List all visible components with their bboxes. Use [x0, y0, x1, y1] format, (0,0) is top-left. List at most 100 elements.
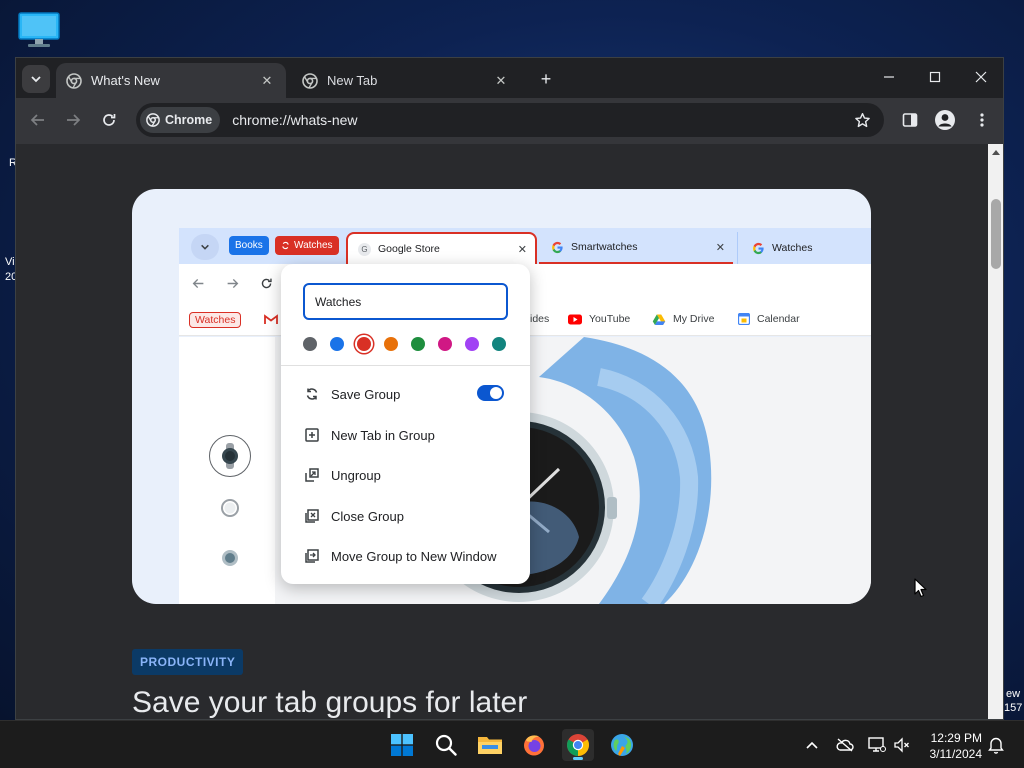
scrollbar-thumb[interactable] [991, 199, 1001, 269]
taskbar-search-button[interactable] [430, 729, 462, 761]
reload-icon [261, 278, 272, 289]
menu-item-move-group-new-window: Move Group to New Window [303, 544, 513, 568]
bookmark-label: ides [530, 313, 550, 325]
arrow-left-icon [192, 278, 204, 289]
google-calendar-icon [738, 313, 750, 325]
scroll-up-button[interactable] [988, 144, 1003, 160]
tab-search-button[interactable] [22, 65, 50, 93]
reload-icon [103, 114, 116, 126]
close-tab-icon[interactable]: ✕ [258, 72, 276, 90]
menu-item-close-group: Close Group [303, 504, 513, 528]
globe-app-button[interactable] [606, 729, 638, 761]
mouse-cursor-icon [914, 578, 927, 598]
menu-item-label: Ungroup [331, 467, 381, 483]
volume-tray-button[interactable] [891, 734, 913, 756]
bookmark-label: Calendar [757, 313, 800, 325]
triangle-up-icon [992, 150, 1000, 155]
color-swatch-grey [303, 337, 317, 351]
active-app-indicator [573, 757, 583, 760]
new-tab-button[interactable]: + [534, 67, 558, 91]
back-button[interactable] [24, 106, 52, 134]
chrome-window: What's New ✕ New Tab ✕ + Chrome chrome:/… [15, 57, 1004, 720]
close-tab-icon[interactable]: ✕ [492, 72, 510, 90]
chrome-icon [66, 72, 82, 89]
cloud-offline-icon [836, 738, 854, 752]
address-bar[interactable]: Chrome chrome://whats-new [136, 103, 884, 137]
tab-group-editor-popup: Watches Save Group New Tab in Group Ungr… [281, 264, 530, 584]
side-panel-button[interactable] [896, 106, 924, 134]
clock-date: 3/11/2024 [929, 747, 983, 761]
tab-new-tab[interactable]: New Tab ✕ [292, 63, 520, 98]
arrow-right-icon [67, 114, 81, 126]
close-icon: ✕ [517, 243, 527, 256]
chrome-taskbar-button[interactable] [562, 729, 594, 761]
firefox-button[interactable] [518, 729, 550, 761]
site-info-chip[interactable]: Chrome [140, 107, 221, 133]
desktop-label-fragment: ew [1006, 688, 1021, 700]
reload-button[interactable] [95, 106, 123, 134]
youtube-icon [568, 314, 582, 324]
article-headline: Save your tab groups for later [132, 686, 528, 719]
bookmark-youtube: YouTube [568, 313, 630, 325]
desktop-label-fragment: Vi [5, 256, 15, 268]
chip-label: Chrome [165, 113, 213, 127]
profile-button[interactable] [931, 106, 959, 134]
notifications-button[interactable] [985, 734, 1007, 756]
file-explorer-button[interactable] [474, 729, 506, 761]
tab-group-chip-watches: Watches [275, 236, 339, 255]
maximize-icon [929, 71, 941, 83]
show-hidden-icons-button[interactable] [801, 734, 823, 756]
illustration-tab-google-store: G Google Store ✕ [346, 232, 537, 264]
mini-tab-title: Smartwatches [571, 241, 638, 253]
thumbnail [209, 537, 251, 579]
network-tray-button[interactable] [866, 734, 888, 756]
color-swatch-cyan [492, 337, 506, 351]
watch-thumbnail-icon [222, 443, 238, 469]
hero-illustration: Books Watches G Google Store ✕ Smartwatc… [132, 189, 871, 604]
arrow-right-icon [227, 278, 239, 289]
start-button[interactable] [386, 729, 418, 761]
chevron-up-icon [806, 741, 818, 749]
firefox-icon [524, 735, 544, 756]
url-text[interactable]: chrome://whats-new [232, 112, 848, 128]
bookmark-item: ides [530, 313, 549, 325]
menu-item-ungroup: Ungroup [303, 463, 513, 487]
arrow-left-icon [30, 114, 44, 126]
google-store-icon: G [358, 242, 371, 256]
close-window-button[interactable] [958, 58, 1003, 96]
chevron-down-icon [201, 244, 209, 250]
google-icon [753, 242, 764, 254]
bookmark-star-button[interactable] [848, 106, 876, 134]
color-swatch-red [357, 337, 371, 351]
globe-app-icon [611, 734, 633, 756]
tab-whats-new[interactable]: What's New ✕ [56, 63, 286, 98]
search-icon [435, 734, 457, 756]
chrome-icon [146, 113, 160, 127]
illustration-tab-search [191, 234, 219, 260]
google-icon [552, 241, 563, 253]
tab-title: What's New [91, 73, 160, 88]
tab-title: New Tab [327, 73, 378, 88]
ungroup-icon [305, 468, 319, 482]
forward-button[interactable] [59, 106, 87, 134]
clock-time: 12:29 PM [930, 731, 982, 745]
this-pc-icon[interactable] [18, 12, 60, 48]
taskbar-clock[interactable]: 12:29 PM 3/11/2024 [918, 730, 983, 762]
page-scrollbar[interactable] [988, 144, 1003, 719]
minimize-button[interactable] [866, 58, 912, 96]
bell-icon [988, 737, 1004, 754]
google-drive-icon [652, 313, 666, 325]
folder-icon [478, 737, 502, 754]
sync-icon [306, 388, 318, 400]
thumbnail [209, 435, 251, 477]
side-panel-icon [902, 113, 918, 127]
onedrive-tray-button[interactable] [834, 734, 856, 756]
close-box-icon [305, 509, 319, 523]
menu-button[interactable] [968, 106, 996, 134]
chevron-down-icon [31, 76, 41, 83]
gmail-icon [264, 314, 278, 324]
maximize-button[interactable] [912, 58, 958, 96]
mini-tab-title: Watches [772, 242, 813, 254]
move-window-icon [305, 549, 319, 563]
group-label: Books [235, 240, 263, 251]
